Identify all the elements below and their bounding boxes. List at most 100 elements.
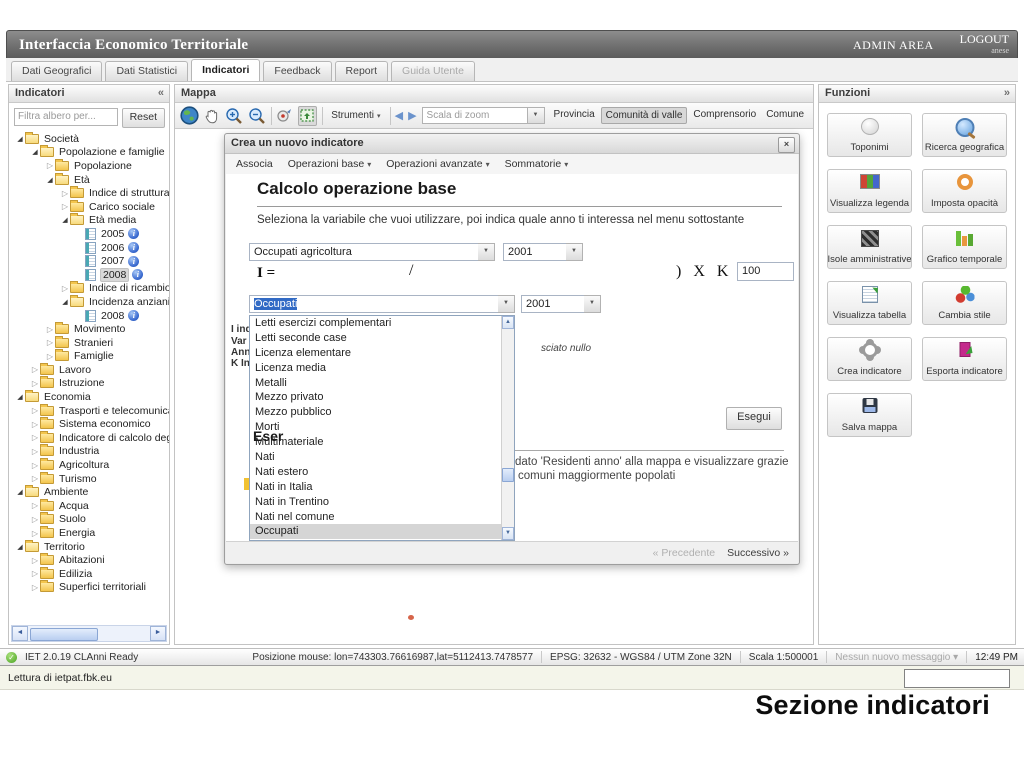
- tree-item[interactable]: Indice di struttura delle: [9, 186, 169, 200]
- tree-toggle-icon[interactable]: [30, 446, 40, 457]
- tree-toggle-icon[interactable]: [30, 419, 40, 430]
- k-value-input[interactable]: 100: [737, 262, 794, 281]
- tree-item[interactable]: 2008: [9, 309, 169, 323]
- tab[interactable]: Dati Geografici: [11, 61, 103, 81]
- zoom-level-button[interactable]: Comune: [762, 107, 808, 124]
- scrollbar-thumb[interactable]: [30, 628, 98, 641]
- tree-toggle-icon[interactable]: [60, 296, 70, 308]
- year-combo-1[interactable]: 2001 ▼: [503, 243, 583, 261]
- dropdown-option[interactable]: Licenza elementare: [250, 346, 501, 361]
- tree-item[interactable]: Lavoro: [9, 362, 169, 377]
- chevron-down-icon[interactable]: ▼: [566, 243, 583, 261]
- zoom-level-button[interactable]: Provincia: [550, 107, 599, 124]
- scroll-down-icon[interactable]: ▼: [502, 527, 514, 540]
- function-button[interactable]: Cambia stile: [922, 281, 1007, 325]
- zoom-level-button[interactable]: Comprensorio: [689, 107, 760, 124]
- dropdown-option[interactable]: Multimateriale: [250, 435, 501, 450]
- year-combo-2[interactable]: 2001 ▼: [521, 295, 601, 313]
- chevron-down-icon[interactable]: ▼: [498, 295, 515, 313]
- tree-item[interactable]: 2005: [9, 227, 169, 241]
- zoom-in-icon[interactable]: [225, 106, 243, 126]
- tree-toggle-icon[interactable]: [45, 174, 55, 186]
- tree-toggle-icon[interactable]: [30, 432, 40, 443]
- next-extent-icon[interactable]: ▶: [408, 109, 416, 122]
- tree-toggle-icon[interactable]: [15, 486, 25, 498]
- tab[interactable]: Dati Statistici: [105, 61, 189, 81]
- globe-icon[interactable]: [180, 106, 199, 126]
- dropdown-option[interactable]: Mezzo privato: [250, 390, 501, 405]
- tree-item[interactable]: Territorio: [9, 539, 169, 554]
- tree-item[interactable]: Movimento: [9, 322, 169, 336]
- scroll-right-icon[interactable]: ►: [150, 626, 166, 641]
- tree-item[interactable]: Indicatore di calcolo degli abit: [9, 430, 169, 445]
- zoom-scale-combo[interactable]: Scala di zoom ▼: [421, 107, 545, 124]
- close-icon[interactable]: ×: [778, 137, 795, 153]
- function-button[interactable]: Esporta indicatore: [922, 337, 1007, 381]
- tree-item[interactable]: Industria: [9, 444, 169, 459]
- function-button[interactable]: Ricerca geografica: [922, 113, 1007, 157]
- messages-dropdown[interactable]: Nessun nuovo messaggio ▾: [835, 652, 958, 663]
- tree-item[interactable]: Ambiente: [9, 485, 169, 499]
- tree-toggle-icon[interactable]: [30, 555, 40, 566]
- tree-toggle-icon[interactable]: [60, 214, 70, 226]
- dropdown-option[interactable]: Morti: [250, 420, 501, 435]
- chevron-down-icon[interactable]: ▼: [478, 243, 495, 261]
- tree-item[interactable]: Agricoltura: [9, 458, 169, 472]
- dropdown-option[interactable]: Nati in Italia: [250, 480, 501, 495]
- info-icon[interactable]: [128, 255, 140, 267]
- dropdown-option[interactable]: Nati estero: [250, 465, 501, 480]
- tree-item[interactable]: 2008: [9, 267, 169, 282]
- tab[interactable]: Feedback: [263, 61, 332, 81]
- tree-item[interactable]: Popolazione: [9, 158, 169, 173]
- tree-item[interactable]: Istruzione: [9, 376, 169, 391]
- tree-item[interactable]: Energia: [9, 526, 169, 540]
- tree-toggle-icon[interactable]: [45, 324, 55, 335]
- tree-item[interactable]: Acqua: [9, 498, 169, 513]
- info-icon[interactable]: [128, 242, 140, 254]
- collapse-panel-icon[interactable]: «: [158, 87, 164, 102]
- tree-item[interactable]: Abitazioni: [9, 553, 169, 567]
- precedente-button[interactable]: « Precedente: [653, 547, 715, 559]
- scroll-up-icon[interactable]: ▲: [502, 316, 514, 329]
- dropdown-option[interactable]: Metalli: [250, 376, 501, 391]
- info-icon[interactable]: [132, 269, 144, 281]
- dialog-menu-item[interactable]: Sommatorie: [505, 158, 569, 170]
- tree-item[interactable]: Incidenza anziani: [9, 294, 169, 309]
- tree-toggle-icon[interactable]: [30, 378, 40, 389]
- function-button[interactable]: Salva mappa: [827, 393, 912, 437]
- dropdown-option[interactable]: Nati: [250, 450, 501, 465]
- scrollbar-thumb[interactable]: [502, 468, 514, 482]
- tree-toggle-icon[interactable]: [15, 133, 25, 145]
- zoom-level-button[interactable]: Comunità di valle: [600, 107, 688, 124]
- chevron-down-icon[interactable]: ▼: [527, 107, 545, 124]
- tree-item[interactable]: Turismo: [9, 471, 169, 486]
- tree-toggle-icon[interactable]: [60, 283, 70, 294]
- tree-horizontal-scrollbar[interactable]: ◄ ►: [11, 625, 167, 642]
- tree-filter-input[interactable]: Filtra albero per...: [14, 108, 118, 126]
- tree-item[interactable]: Edilizia: [9, 566, 169, 581]
- tree-item[interactable]: Carico sociale: [9, 199, 169, 214]
- tree-toggle-icon[interactable]: [30, 528, 40, 539]
- tree-item[interactable]: Società: [9, 132, 169, 146]
- tab[interactable]: Indicatori: [191, 59, 261, 81]
- tree-item[interactable]: Suolo: [9, 512, 169, 527]
- tree-item[interactable]: Sistema economico: [9, 417, 169, 431]
- previous-extent-icon[interactable]: ◀: [395, 109, 403, 122]
- tree-item[interactable]: Indice di ricambio: [9, 281, 169, 296]
- tree-toggle-icon[interactable]: [30, 146, 40, 158]
- function-button[interactable]: Toponimi: [827, 113, 912, 157]
- tree-item[interactable]: 2006: [9, 241, 169, 255]
- tree-toggle-icon[interactable]: [30, 514, 40, 525]
- dropdown-option[interactable]: Licenza media: [250, 361, 501, 376]
- dropdown-option[interactable]: Nati in Trentino: [250, 495, 501, 510]
- dropdown-scrollbar[interactable]: ▲ ▼: [501, 316, 514, 540]
- variable-combo-1[interactable]: Occupati agricoltura ▼: [249, 243, 495, 261]
- tab[interactable]: Guida Utente: [391, 61, 475, 81]
- tree-toggle-icon[interactable]: [45, 337, 55, 348]
- successivo-button[interactable]: Successivo »: [727, 547, 789, 559]
- tree-toggle-icon[interactable]: [15, 541, 25, 553]
- dialog-menu-item[interactable]: Operazioni avanzate: [386, 158, 489, 170]
- tree-item[interactable]: Famiglie: [9, 349, 169, 364]
- tree-item[interactable]: Trasporti e telecomunicazion: [9, 403, 169, 418]
- tree-item[interactable]: Popolazione e famiglie: [9, 145, 169, 160]
